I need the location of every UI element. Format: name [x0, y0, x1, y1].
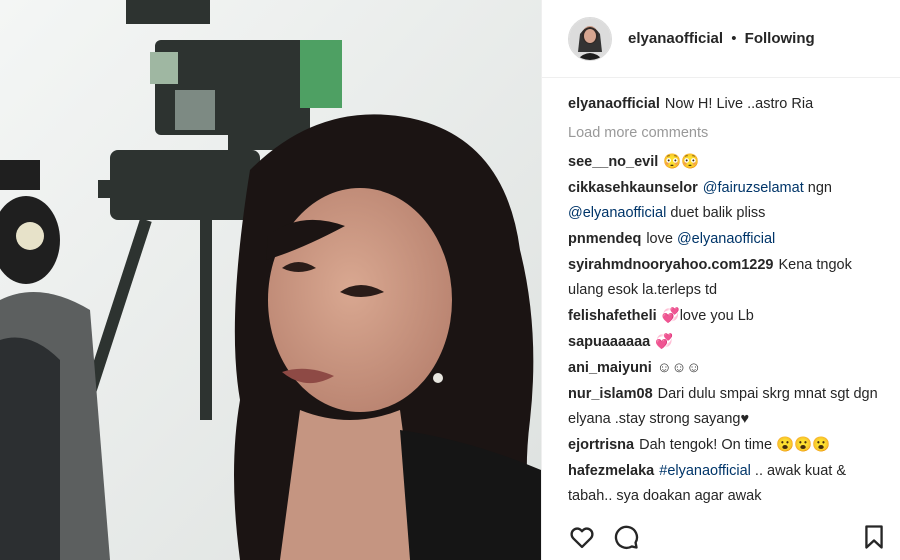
- comment-row: syirahmdnooryahoo.com1229 Kena tngok ulan…: [568, 253, 882, 303]
- comment-text: 💞love you Lb: [661, 308, 754, 324]
- header-username[interactable]: elyanaofficial: [628, 30, 723, 47]
- follow-status-button[interactable]: Following: [745, 30, 815, 47]
- comments-panel: elyanaofficial • Following elyanaofficia…: [541, 0, 900, 560]
- comment-username[interactable]: see__no_evil: [568, 154, 658, 170]
- comment-icon[interactable]: [612, 523, 640, 551]
- comment-row: ejortrisna Dah tengok! On time 😮😮😮: [568, 433, 882, 458]
- comment-row: sapuaaaaaa 💞: [568, 330, 882, 355]
- comment-row: ani_maiyuni ☺☺☺: [568, 356, 882, 381]
- post-header-text: elyanaofficial • Following: [628, 30, 815, 47]
- caption-username[interactable]: elyanaofficial: [568, 96, 660, 112]
- comment-username[interactable]: pnmendeq: [568, 231, 641, 247]
- comment-username[interactable]: nur_islam08: [568, 386, 653, 402]
- heart-icon[interactable]: [568, 523, 596, 551]
- post-actions: [542, 514, 900, 560]
- comment-row: pnmendeq love @elyanaofficial: [568, 227, 882, 252]
- comment-mention-link[interactable]: @fairuzselamat: [703, 180, 804, 196]
- comment-username[interactable]: felishafetheli: [568, 308, 657, 324]
- load-more-comments-button[interactable]: Load more comments: [568, 121, 882, 146]
- comment-text: 💞: [655, 334, 674, 350]
- bookmark-icon[interactable]: [860, 523, 888, 551]
- header-separator: •: [731, 30, 737, 47]
- caption: elyanaofficial Now H! Live ..astro Ria: [568, 92, 882, 117]
- avatar[interactable]: [568, 16, 612, 61]
- comment-mention-link[interactable]: #elyanaofficial: [659, 463, 751, 479]
- comment-row: felishafetheli 💞love you Lb: [568, 304, 882, 329]
- comment-text: ngn: [803, 180, 832, 196]
- comment-username[interactable]: cikkasehkaunselor: [568, 180, 698, 196]
- comments-list: elyanaofficial Now H! Live ..astro Ria Lo…: [568, 92, 882, 514]
- comment-text: love: [646, 231, 677, 247]
- comment-row: nur_islam08 Dari dulu smpai skrg mnat sgt…: [568, 382, 882, 432]
- comment-username[interactable]: ani_maiyuni: [568, 360, 652, 376]
- comment-text: ☺☺☺: [656, 360, 702, 376]
- comment-thread: see__no_evil 😳😳 cikkasehkaunselor @fairuzse…: [568, 150, 882, 509]
- comment-username[interactable]: sapuaaaaaa: [568, 334, 650, 350]
- comment-row: see__no_evil 😳😳: [568, 150, 882, 175]
- comment-username[interactable]: syirahmdnooryahoo.com1229: [568, 257, 774, 273]
- post-photo: [0, 0, 541, 560]
- comment-row: cikkasehkaunselor @fairuzselamat ngn @ely…: [568, 176, 882, 226]
- comment-username[interactable]: ejortrisna: [568, 437, 634, 453]
- comment-text: duet balik pliss: [666, 205, 766, 221]
- comment-username[interactable]: hafezmelaka: [568, 463, 654, 479]
- comment-mention-link[interactable]: @elyanaofficial: [568, 205, 666, 221]
- comment-text: 😳😳: [663, 154, 700, 170]
- comment-text: Dah tengok! On time 😮😮😮: [639, 437, 831, 453]
- caption-text: Now H! Live ..astro Ria: [664, 96, 814, 112]
- comment-row: hafezmelaka #elyanaofficial .. awak kuat …: [568, 459, 882, 509]
- comment-mention-link[interactable]: @elyanaofficial: [677, 231, 775, 247]
- post-header: elyanaofficial • Following: [542, 0, 900, 78]
